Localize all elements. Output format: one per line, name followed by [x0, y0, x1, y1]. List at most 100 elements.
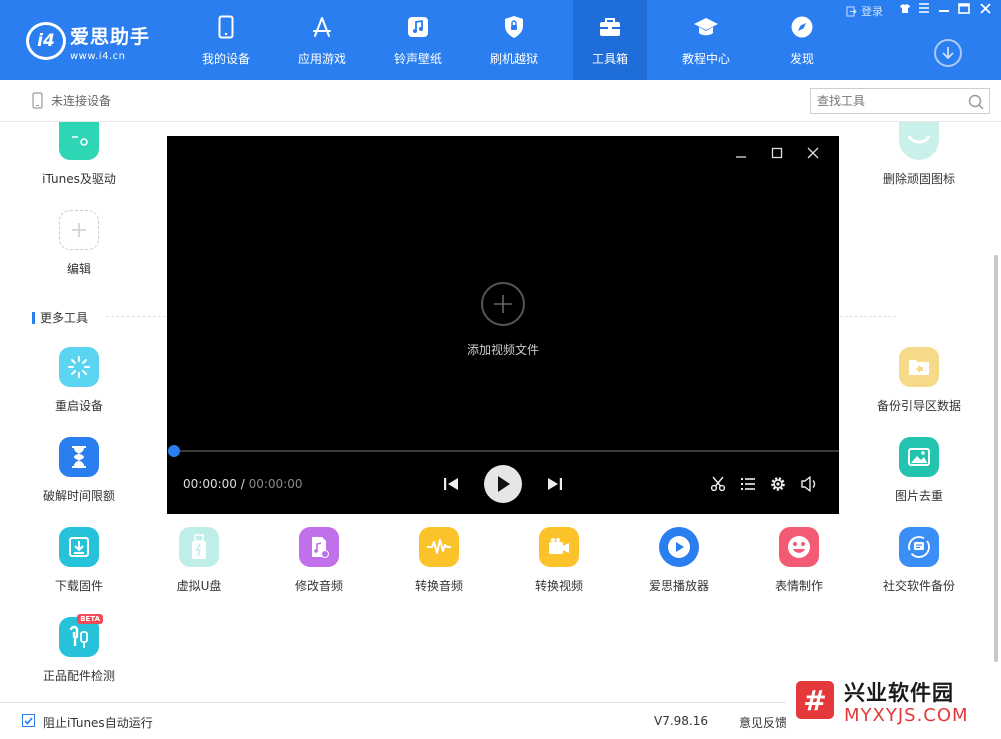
settings-button[interactable]	[768, 474, 788, 494]
player-maximize-button[interactable]	[769, 145, 785, 161]
player-close-button[interactable]	[805, 145, 821, 161]
logo-text: i4	[37, 31, 55, 51]
tool-label: 图片去重	[894, 489, 943, 503]
download-firmware-icon	[59, 527, 99, 567]
nav-discover[interactable]: 发现	[754, 0, 850, 80]
hourglass-icon	[59, 437, 99, 477]
section-accent-bar	[32, 311, 35, 324]
nav-label: 我的设备	[201, 52, 250, 66]
play-button[interactable]	[484, 465, 522, 503]
search-box[interactable]	[810, 88, 990, 114]
tool-crack-time-limit[interactable]: 破解时间限额	[19, 437, 139, 504]
video-camera-icon	[539, 527, 579, 567]
section-more-tools: 更多工具	[32, 309, 88, 326]
add-video-button[interactable]	[481, 282, 525, 326]
search-icon[interactable]	[968, 94, 984, 110]
shield-icon	[501, 14, 527, 40]
time-display: 00:00:00 / 00:00:00	[183, 477, 303, 491]
nav-label: 刷机越狱	[489, 52, 538, 66]
toolbox-icon	[597, 14, 623, 40]
chat-sync-icon	[899, 527, 939, 567]
watermark-site: MYXYJS.COM	[844, 705, 969, 726]
brand-name: 爱思助手	[70, 26, 151, 48]
section-title: 更多工具	[40, 311, 89, 325]
tool-label: 下载固件	[54, 579, 103, 593]
nav-label: 发现	[789, 52, 814, 66]
tool-edit-audio[interactable]: 修改音频	[259, 527, 379, 594]
minimize-window-button[interactable]	[938, 3, 950, 13]
video-player-window: 添加视频文件 00:00:00 / 00:00:00	[167, 136, 839, 514]
brand-url: www.i4.cn	[70, 51, 126, 62]
backup-folder-icon	[899, 347, 939, 387]
search-input[interactable]	[817, 94, 957, 108]
tool-label: 表情制作	[774, 579, 823, 593]
restart-icon	[59, 347, 99, 387]
nav-tutorial-center[interactable]: 教程中心	[658, 0, 754, 80]
waveform-icon	[419, 527, 459, 567]
maximize-icon	[958, 3, 970, 14]
version-text: V7.98.16	[654, 714, 709, 728]
tool-label: 修改音频	[294, 579, 343, 593]
feedback-link[interactable]: 意见反馈	[739, 714, 787, 731]
tool-label: 转换音频	[414, 579, 463, 593]
tool-itunes-driver[interactable]: iTunes及驱动	[19, 122, 139, 187]
beta-badge: BETA	[77, 614, 103, 624]
login-button[interactable]: 登录	[846, 3, 883, 19]
nav-ringtones-wallpapers[interactable]: 铃声壁纸	[370, 0, 466, 80]
watermark-logo: #	[796, 681, 834, 719]
maximize-window-button[interactable]	[958, 3, 970, 14]
audio-file-icon	[299, 527, 339, 567]
appstore-icon	[309, 14, 335, 40]
tool-i4-player[interactable]: 爱思播放器	[619, 527, 739, 594]
scrollbar[interactable]	[994, 255, 998, 662]
tool-virtual-udisk[interactable]: 虚拟U盘	[139, 527, 259, 594]
maximize-icon	[771, 147, 783, 159]
tool-backup-boot-data[interactable]: 备份引导区数据	[859, 347, 979, 414]
nav-apps-games[interactable]: 应用游戏	[274, 0, 370, 80]
plus-icon	[59, 210, 99, 250]
tool-download-firmware[interactable]: 下载固件	[19, 527, 139, 594]
tool-restart-device[interactable]: 重启设备	[19, 347, 139, 414]
tool-convert-audio[interactable]: 转换音频	[379, 527, 499, 594]
tool-social-backup[interactable]: 社交软件备份	[859, 527, 979, 594]
tool-delete-stubborn-icon[interactable]: 删除顽固图标	[859, 122, 979, 187]
close-icon	[807, 147, 819, 159]
block-itunes-label: 阻止iTunes自动运行	[43, 716, 153, 730]
nav-toolbox[interactable]: 工具箱	[573, 0, 647, 80]
tool-image-dedupe[interactable]: 图片去重	[859, 437, 979, 504]
progress-track[interactable]	[174, 450, 839, 452]
close-window-button[interactable]	[980, 3, 991, 14]
nav-label: 铃声壁纸	[393, 52, 442, 66]
volume-button[interactable]	[799, 474, 819, 494]
player-minimize-button[interactable]	[733, 145, 749, 161]
tool-convert-video[interactable]: 转换视频	[499, 527, 619, 594]
tool-label: 备份引导区数据	[876, 399, 961, 413]
checkmark-icon	[24, 716, 33, 725]
block-itunes-checkbox[interactable]	[22, 714, 35, 727]
cut-button[interactable]	[708, 474, 728, 494]
earphone-icon: BETA	[59, 614, 103, 657]
add-video-label[interactable]: 添加视频文件	[167, 341, 839, 358]
previous-button[interactable]	[440, 475, 462, 493]
tool-label: 重启设备	[54, 399, 103, 413]
menu-button[interactable]	[918, 3, 930, 13]
progress-handle[interactable]	[168, 445, 180, 457]
skip-previous-icon	[444, 478, 458, 490]
playlist-button[interactable]	[738, 474, 758, 494]
top-bar: i4 爱思助手 www.i4.cn 我的设备 应用游戏 铃声壁纸 刷机越狱 工具…	[0, 0, 1001, 80]
nav-my-device[interactable]: 我的设备	[178, 0, 274, 80]
tool-edit[interactable]: 编辑	[19, 210, 139, 277]
watermark-title: 兴业软件园	[844, 681, 954, 705]
plus-icon	[494, 295, 512, 313]
brand: 爱思助手 www.i4.cn	[70, 22, 150, 62]
download-button[interactable]	[934, 39, 962, 67]
gear-icon	[771, 477, 785, 491]
skin-button[interactable]	[899, 3, 911, 14]
nav-flash-jailbreak[interactable]: 刷机越狱	[466, 0, 562, 80]
tool-label: 删除顽固图标	[882, 172, 955, 186]
next-button[interactable]	[544, 475, 566, 493]
duration: 00:00:00	[248, 477, 303, 491]
skip-next-icon	[548, 478, 562, 490]
tool-emoji-maker[interactable]: 表情制作	[739, 527, 859, 594]
tool-accessory-check[interactable]: BETA 正品配件检测	[19, 614, 139, 684]
